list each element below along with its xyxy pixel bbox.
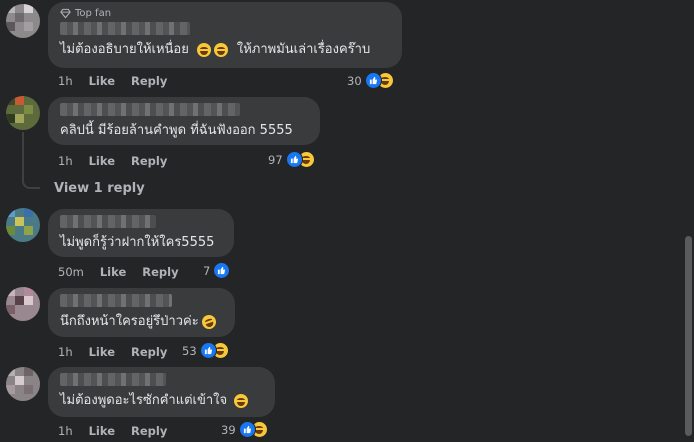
- timestamp[interactable]: 1h: [58, 154, 73, 168]
- like-button[interactable]: Like: [89, 154, 115, 168]
- comment-bubble: นึกถึงหน้าใครอยู่รึป่าวค่ะ: [48, 288, 235, 337]
- avatar[interactable]: [6, 96, 40, 130]
- like-button[interactable]: Like: [89, 74, 115, 88]
- thread-connector: [22, 132, 40, 189]
- scrollbar-thumb[interactable]: [685, 236, 692, 436]
- view-replies-link[interactable]: View 1 reply: [54, 181, 145, 196]
- comment-actions: 1h Like Reply: [58, 424, 183, 438]
- grinning-emoji-icon: [213, 42, 228, 57]
- grinning-emoji-icon: [196, 42, 211, 57]
- timestamp[interactable]: 1h: [58, 74, 73, 88]
- comment-text: ไม่ต้องพูดอะไรซักคำแต่เข้าใจ: [60, 392, 263, 409]
- comment-bubble: คลิปนี้ มีร้อยล้านคำพูด ที่ฉันฟังออก 555…: [48, 97, 320, 145]
- top-fan-badge: Top fan: [60, 8, 390, 19]
- reply-button[interactable]: Reply: [131, 424, 167, 438]
- author-name-blurred[interactable]: [60, 215, 156, 228]
- badge-label: Top fan: [75, 8, 112, 19]
- diamond-icon: [60, 8, 71, 19]
- thumbs-up-icon: [364, 72, 382, 89]
- avatar[interactable]: [6, 208, 40, 242]
- avatar[interactable]: [6, 287, 40, 321]
- comment-bubble: ไม่ต้องพูดอะไรซักคำแต่เข้าใจ: [48, 367, 275, 417]
- reply-button[interactable]: Reply: [131, 345, 167, 359]
- timestamp[interactable]: 50m: [58, 265, 84, 279]
- author-name-blurred[interactable]: [60, 373, 166, 386]
- comment-bubble: ไม่พูดก็รู้ว่าฝากให้ใคร5555: [48, 209, 234, 257]
- grinning-emoji-icon: [234, 393, 249, 408]
- comment-actions: 1h Like Reply: [58, 154, 183, 168]
- thumbs-up-icon: [238, 421, 256, 438]
- comment-text: คลิปนี้ มีร้อยล้านคำพูด ที่ฉันฟังออก 555…: [60, 123, 293, 138]
- reaction-count: 7: [203, 263, 211, 278]
- comment-text: ไม่พูดก็รู้ว่าฝากให้ใคร5555: [60, 235, 215, 250]
- reaction-summary[interactable]: 30: [347, 72, 394, 89]
- reaction-count: 30: [347, 73, 362, 88]
- thumbs-up-icon: [199, 342, 217, 359]
- timestamp[interactable]: 1h: [58, 345, 73, 359]
- like-button[interactable]: Like: [100, 265, 126, 279]
- timestamp[interactable]: 1h: [58, 424, 73, 438]
- comment-text: ไม่ต้องอธิบายให้เหนื่อย ให้ภาพมันเล่าเรื…: [60, 42, 371, 57]
- reply-button[interactable]: Reply: [131, 74, 167, 88]
- comment-actions: 50m Like Reply: [58, 265, 195, 279]
- reaction-summary[interactable]: 97: [268, 151, 315, 168]
- comment-actions: 1h Like Reply: [58, 345, 183, 359]
- author-name-blurred[interactable]: [60, 294, 172, 307]
- reply-button[interactable]: Reply: [142, 265, 178, 279]
- avatar[interactable]: [6, 367, 40, 401]
- reply-button[interactable]: Reply: [131, 154, 167, 168]
- reaction-count: 97: [268, 152, 283, 167]
- reaction-summary[interactable]: 53: [182, 342, 229, 359]
- reaction-summary[interactable]: 7: [203, 262, 231, 279]
- like-button[interactable]: Like: [89, 345, 115, 359]
- avatar[interactable]: [6, 4, 40, 38]
- author-name-blurred[interactable]: [60, 103, 240, 116]
- comment-actions: 1h Like Reply: [58, 74, 183, 88]
- author-name-blurred[interactable]: [60, 22, 190, 35]
- reaction-count: 39: [221, 422, 236, 437]
- comment-bubble: Top fan ไม่ต้องอธิบายให้เหนื่อย ให้ภาพมั…: [48, 2, 402, 68]
- rolling-laughing-emoji-icon: [199, 312, 218, 331]
- reaction-count: 53: [182, 343, 197, 358]
- thumbs-up-icon: [285, 151, 303, 168]
- thumbs-up-icon: [213, 262, 231, 279]
- like-button[interactable]: Like: [89, 424, 115, 438]
- reaction-summary[interactable]: 39: [221, 421, 268, 438]
- comment-text: นึกถึงหน้าใครอยู่รึป่าวค่ะ: [60, 312, 223, 331]
